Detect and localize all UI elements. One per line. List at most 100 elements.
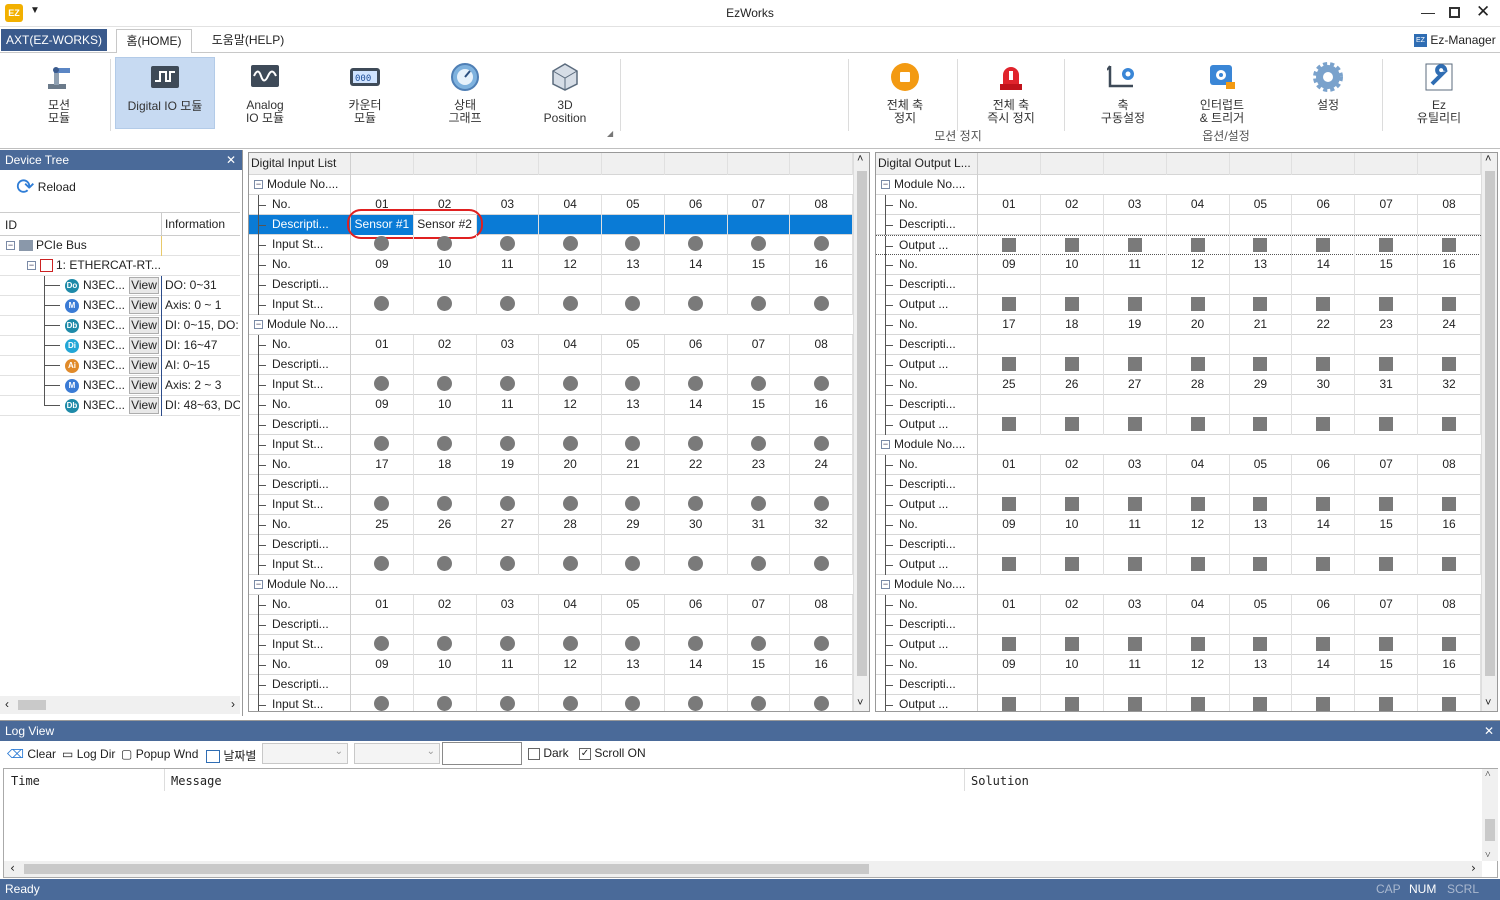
view-button[interactable]: View (129, 317, 159, 334)
description-cell[interactable] (1355, 335, 1419, 355)
description-cell[interactable] (790, 275, 853, 295)
description-cell[interactable] (665, 675, 728, 695)
analog-io-module-button[interactable]: Analog IO 모듈 (222, 57, 308, 129)
column-header[interactable] (1418, 153, 1481, 175)
description-cell[interactable] (790, 415, 853, 435)
input-state-indicator[interactable] (728, 635, 791, 655)
output-state-toggle[interactable] (1355, 355, 1419, 375)
column-header[interactable] (790, 153, 853, 175)
state-row[interactable]: Input St... (249, 495, 853, 515)
output-state-toggle[interactable] (1292, 295, 1356, 315)
description-cell[interactable] (477, 355, 540, 375)
description-cell[interactable] (477, 275, 540, 295)
output-state-toggle[interactable] (1292, 355, 1356, 375)
scroll-right-icon[interactable]: › (1470, 861, 1477, 875)
collapse-icon[interactable]: − (254, 580, 263, 590)
description-cell[interactable] (1292, 675, 1356, 695)
state-row[interactable]: Output ... (876, 295, 1481, 315)
input-state-indicator[interactable] (414, 235, 477, 255)
collapse-icon[interactable]: − (254, 320, 263, 330)
description-cell[interactable] (1355, 475, 1419, 495)
description-row[interactable]: Descripti... (249, 535, 853, 555)
description-cell[interactable] (1292, 535, 1356, 555)
description-cell[interactable] (1418, 335, 1481, 355)
description-cell[interactable] (1041, 675, 1104, 695)
description-cell[interactable] (728, 475, 791, 495)
tree-node-slave[interactable]: M N3EC... View Axis: 2 ~ 3 (0, 376, 240, 396)
description-cell[interactable] (351, 415, 414, 435)
input-state-indicator[interactable] (539, 635, 602, 655)
output-state-toggle[interactable] (1104, 355, 1167, 375)
description-cell[interactable] (1418, 475, 1481, 495)
column-header[interactable] (414, 153, 477, 175)
input-state-indicator[interactable] (414, 435, 477, 455)
description-cell[interactable] (1041, 335, 1104, 355)
input-state-indicator[interactable] (414, 495, 477, 515)
by-date-button[interactable]: 날짜별 (206, 747, 256, 764)
output-state-toggle[interactable] (1104, 495, 1167, 515)
description-cell[interactable] (351, 355, 414, 375)
description-cell[interactable] (665, 615, 728, 635)
description-cell[interactable] (351, 475, 414, 495)
description-cell[interactable] (665, 215, 728, 235)
description-cell[interactable] (728, 415, 791, 435)
collapse-icon[interactable]: − (881, 180, 890, 190)
module-row[interactable]: − Module No.... (876, 175, 1481, 195)
tab-help[interactable]: 도움말(HELP) (204, 29, 292, 51)
output-state-toggle[interactable] (1104, 635, 1167, 655)
output-state-toggle[interactable] (1167, 555, 1230, 575)
output-state-toggle[interactable] (1230, 236, 1293, 256)
input-state-indicator[interactable] (414, 635, 477, 655)
scroll-thumb[interactable] (857, 171, 867, 676)
state-row[interactable]: Output ... (876, 635, 1481, 655)
module-row[interactable]: − Module No.... (876, 435, 1481, 455)
output-state-toggle[interactable] (1292, 236, 1356, 256)
input-state-indicator[interactable] (665, 635, 728, 655)
description-cell[interactable] (414, 415, 477, 435)
description-cell[interactable] (1104, 535, 1167, 555)
input-state-indicator[interactable] (602, 555, 665, 575)
description-cell[interactable] (539, 475, 602, 495)
description-cell[interactable] (728, 215, 791, 235)
description-cell[interactable] (665, 475, 728, 495)
input-state-indicator[interactable] (665, 435, 728, 455)
output-state-toggle[interactable] (1041, 415, 1104, 435)
scroll-on-checkbox[interactable]: ✓ Scroll ON (579, 746, 646, 760)
number-row[interactable]: No. 09 10 11 12 13 14 15 16 (876, 515, 1481, 535)
description-cell[interactable] (1104, 675, 1167, 695)
state-row[interactable]: Input St... (249, 635, 853, 655)
close-window-icon[interactable]: ✕ (1476, 2, 1490, 22)
output-state-toggle[interactable] (1041, 295, 1104, 315)
number-row[interactable]: No. 09 10 11 12 13 14 15 16 (876, 255, 1481, 275)
date-combo-1[interactable]: ⌄ (262, 743, 348, 764)
col-id[interactable]: ID (5, 218, 17, 232)
motion-module-button[interactable]: 모션 모듈 (18, 57, 100, 129)
description-cell[interactable] (1230, 475, 1293, 495)
state-row[interactable]: Input St... (249, 295, 853, 315)
description-cell[interactable] (477, 615, 540, 635)
input-state-indicator[interactable] (477, 295, 540, 315)
description-row[interactable]: Descripti... Sensor #1 Sensor #2 (249, 209, 853, 239)
description-cell[interactable] (414, 475, 477, 495)
clear-button[interactable]: ⌫ Clear (7, 747, 56, 761)
axis-drive-settings-button[interactable]: 축 구동설정 (1080, 57, 1166, 129)
reload-button[interactable]: ⟳ Reload (16, 176, 76, 200)
state-row[interactable]: Output ... (876, 415, 1481, 435)
input-state-indicator[interactable] (539, 695, 602, 711)
input-state-indicator[interactable] (602, 295, 665, 315)
number-row[interactable]: No. 09 10 11 12 13 14 15 16 (249, 255, 853, 275)
number-row[interactable]: No. 09 10 11 12 13 14 15 16 (876, 655, 1481, 675)
view-button[interactable]: View (129, 377, 159, 394)
description-cell[interactable] (1355, 535, 1419, 555)
number-row[interactable]: No. 01 02 03 04 05 06 07 08 (249, 335, 853, 355)
tab-app-menu[interactable]: AXT(EZ-WORKS) (1, 29, 107, 51)
state-row[interactable]: Input St... (249, 375, 853, 395)
description-cell[interactable] (1230, 275, 1293, 295)
description-cell[interactable] (1167, 215, 1230, 235)
module-row[interactable]: − Module No.... (249, 575, 853, 595)
tree-node-slave[interactable]: Db N3EC... View DI: 48~63, DO (0, 396, 240, 416)
output-state-toggle[interactable] (1418, 236, 1481, 256)
description-cell[interactable] (1355, 275, 1419, 295)
digital-io-module-button[interactable]: Digital IO 모듈 (115, 57, 215, 129)
output-state-toggle[interactable] (1167, 635, 1230, 655)
